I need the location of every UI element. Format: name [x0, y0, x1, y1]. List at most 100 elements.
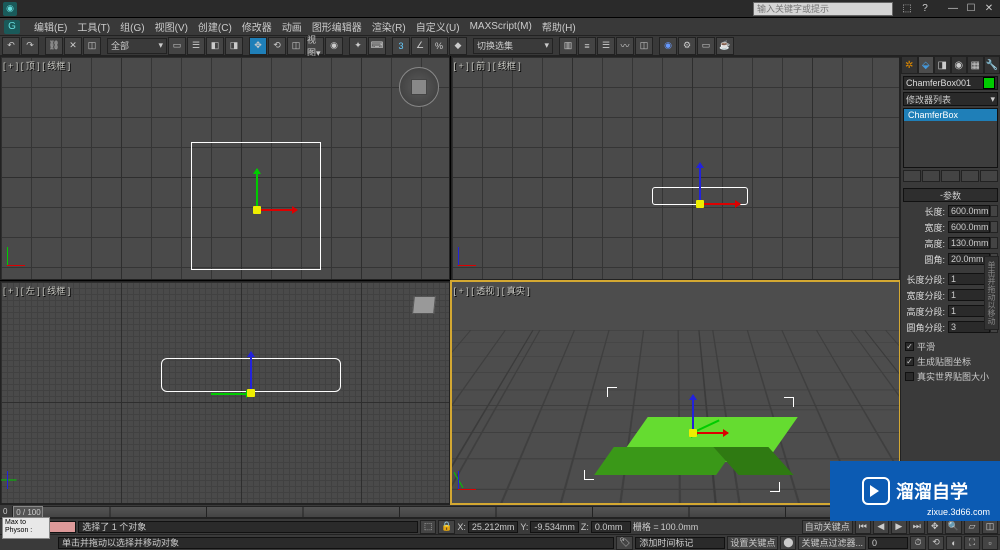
selection-filter[interactable]: 全部▾ [107, 38, 167, 54]
scale-button[interactable]: ◫ [287, 37, 305, 55]
app-menu-icon[interactable]: G [4, 20, 20, 34]
gizmo-x-icon[interactable] [700, 203, 740, 205]
viewport-label[interactable]: [ + ] [ 透视 ] [ 真实 ] [454, 284, 530, 297]
setkey-button[interactable]: 设置关键点 [727, 536, 778, 550]
play-next-button[interactable]: ⏭ [909, 520, 925, 534]
move-button[interactable]: ✥ [249, 37, 267, 55]
percent-snap-button[interactable]: % [430, 37, 448, 55]
viewport-label[interactable]: [ + ] [ 顶 ] [ 线框 ] [3, 59, 70, 72]
undo-button[interactable]: ↶ [2, 37, 20, 55]
object-color-swatch[interactable] [983, 77, 995, 89]
modifier-list-dropdown[interactable]: 修改器列表▾ [903, 92, 998, 106]
nav-fov-button[interactable]: ▱ [964, 520, 980, 534]
lock-sel-button[interactable]: 🔒 [438, 520, 455, 534]
viewport-label[interactable]: [ + ] [ 左 ] [ 线框 ] [3, 284, 70, 297]
menu-animation[interactable]: 动画 [282, 19, 302, 34]
viewcube-icon[interactable] [412, 296, 436, 314]
length-field[interactable]: 600.0mm [948, 205, 990, 217]
unlink-button[interactable]: ✕ [64, 37, 82, 55]
viewport-front[interactable]: [ + ] [ 前 ] [ 线框 ] [451, 56, 901, 280]
material-button[interactable]: ◉ [659, 37, 677, 55]
gizmo-y-icon[interactable] [211, 393, 251, 395]
pivot-button[interactable]: ◉ [325, 37, 343, 55]
tab-utilities[interactable]: 🔧 [984, 56, 1000, 74]
angle-snap-button[interactable]: ∠ [411, 37, 429, 55]
z-field[interactable]: 0.0mm [591, 521, 631, 533]
gizmo-origin-icon[interactable] [696, 200, 704, 208]
viewport-top[interactable]: [ + ] [ 顶 ] [ 线框 ] [0, 56, 450, 280]
rollout-params-header[interactable]: - 参数 [903, 188, 998, 202]
max-button[interactable]: ☐ [963, 2, 979, 16]
x-field[interactable]: 25.212mm [468, 521, 519, 533]
spinner-snap-button[interactable]: ◆ [449, 37, 467, 55]
nav-pan-button[interactable]: ✥ [927, 520, 943, 534]
configure-button[interactable] [980, 170, 998, 182]
render-frame-button[interactable]: ▭ [697, 37, 715, 55]
spinner-icon[interactable] [990, 237, 998, 249]
tab-display[interactable]: ▦ [967, 56, 984, 74]
min-button[interactable]: — [945, 2, 961, 16]
menu-modifiers[interactable]: 修改器 [242, 19, 272, 34]
play-start-button[interactable]: ⏮ [855, 520, 871, 534]
viewport-label[interactable]: [ + ] [ 前 ] [ 线框 ] [454, 59, 521, 72]
bind-button[interactable]: ◫ [83, 37, 101, 55]
frame-field[interactable]: 0 [868, 537, 908, 549]
link-button[interactable]: ⛓ [45, 37, 63, 55]
menu-maxscript[interactable]: MAXScript(M) [470, 21, 532, 32]
align-button[interactable]: ≡ [578, 37, 596, 55]
time-config-button[interactable]: ⏱ [910, 536, 926, 550]
show-result-button[interactable] [922, 170, 940, 182]
search-input[interactable] [757, 4, 889, 14]
menu-tools[interactable]: 工具(T) [77, 19, 110, 34]
nav-roll-button[interactable]: ◐ [946, 536, 962, 550]
gizmo-x-icon[interactable] [694, 432, 728, 434]
viewport-left[interactable]: [ + ] [ 左 ] [ 线框 ] [0, 281, 450, 505]
menu-render[interactable]: 渲染(R) [372, 19, 406, 34]
gizmo-z-icon[interactable] [699, 163, 701, 203]
schematic-button[interactable]: ◫ [635, 37, 653, 55]
mirror-button[interactable]: ▥ [559, 37, 577, 55]
tab-hierarchy[interactable]: ◨ [934, 56, 951, 74]
gizmo-z-icon[interactable] [692, 395, 694, 433]
manipulate-button[interactable]: ✦ [349, 37, 367, 55]
tab-create[interactable]: ✲ [901, 56, 918, 74]
realworld-checkbox[interactable] [905, 372, 914, 381]
height-field[interactable]: 130.0mm [948, 237, 990, 249]
spinner-icon[interactable] [990, 205, 998, 217]
nav-maxview-button[interactable]: ⛶ [964, 536, 980, 550]
isolate-button[interactable]: ⬚ [420, 520, 436, 534]
autokey-button[interactable]: 自动关键点 [802, 520, 853, 534]
ws-icon[interactable]: ⬚ [899, 2, 915, 16]
pin-stack-button[interactable] [903, 170, 921, 182]
tab-modify[interactable]: ⬙ [918, 56, 935, 74]
render-setup-button[interactable]: ⚙ [678, 37, 696, 55]
named-selection-set[interactable]: 切换选集▾ [473, 38, 553, 54]
width-field[interactable]: 600.0mm [948, 221, 990, 233]
smooth-checkbox[interactable]: ✓ [905, 342, 914, 351]
select-name-button[interactable]: ☰ [187, 37, 205, 55]
redo-button[interactable]: ↷ [21, 37, 39, 55]
stack-item-chamferbox[interactable]: ChamferBox [904, 109, 997, 121]
gizmo-origin-icon[interactable] [689, 429, 697, 437]
addtime-button[interactable]: 🏷 [616, 536, 633, 550]
tab-motion[interactable]: ◉ [951, 56, 968, 74]
help-icon[interactable]: ? [917, 2, 933, 16]
play-button[interactable]: ▶ [891, 520, 907, 534]
menu-edit[interactable]: 编辑(E) [34, 19, 67, 34]
nav-minview-button[interactable]: ▫ [982, 536, 998, 550]
gizmo-z-icon[interactable] [250, 352, 252, 392]
maxscript-listener[interactable]: Max to Physon : [2, 517, 50, 539]
menu-help[interactable]: 帮助(H) [542, 19, 576, 34]
spinner-icon[interactable] [990, 221, 998, 233]
menu-views[interactable]: 视图(V) [155, 19, 188, 34]
modifier-stack[interactable]: ChamferBox [903, 108, 998, 168]
layer-button[interactable]: ☰ [597, 37, 615, 55]
curve-editor-button[interactable]: 〰 [616, 37, 634, 55]
keyboard-button[interactable]: ⌨ [368, 37, 386, 55]
nav-zoom-button[interactable]: 🔍 [945, 520, 962, 534]
remove-mod-button[interactable] [961, 170, 979, 182]
rotate-button[interactable]: ⟲ [268, 37, 286, 55]
select-region-button[interactable]: ◧ [206, 37, 224, 55]
menu-custom[interactable]: 自定义(U) [416, 19, 460, 34]
gizmo-y-icon[interactable] [256, 169, 258, 209]
